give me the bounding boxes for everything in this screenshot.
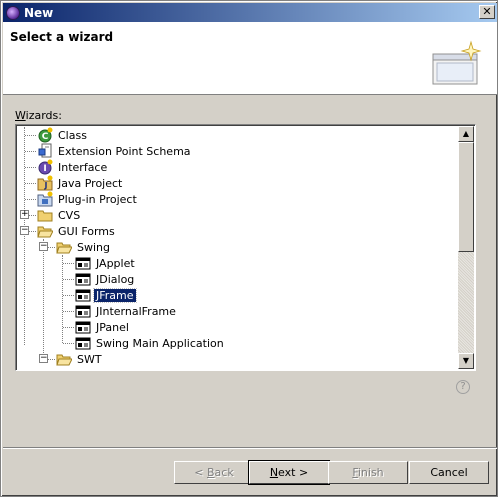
tree-item-label: JApplet — [96, 256, 135, 270]
window-title: New — [24, 5, 54, 20]
tree-item-label: SWT — [77, 352, 102, 366]
tree-item-java-project[interactable]: J Java Project — [37, 175, 124, 191]
plugin-project-icon — [37, 191, 53, 207]
tree-item-label: CVS — [58, 208, 81, 222]
tree-item-cvs[interactable]: CVS — [37, 207, 82, 223]
tree-item-jinternalframe[interactable]: JInternalFrame — [75, 303, 178, 319]
svg-text:J: J — [44, 181, 48, 190]
collapse-icon[interactable]: − — [39, 242, 48, 251]
tree-connector — [25, 151, 36, 152]
tree-item-plug-in-project[interactable]: Plug-in Project — [37, 191, 139, 207]
scroll-thumb[interactable] — [458, 142, 474, 252]
tree-connector — [25, 183, 36, 184]
help-icon[interactable]: ? — [456, 380, 470, 394]
tree-item-label: JDialog — [96, 272, 135, 286]
tree-item-label: JFrame — [93, 287, 137, 303]
tree-connector — [25, 167, 36, 168]
collapse-icon[interactable]: − — [39, 354, 48, 363]
cancel-button[interactable]: Cancel — [409, 461, 489, 484]
new-wizard-dialog: New ✕ Select a wizard Wizards: C Class Ext… — [0, 0, 498, 497]
form-icon — [75, 271, 91, 287]
tree-item-label: Swing — [77, 240, 110, 254]
tree-item-swing[interactable]: Swing — [56, 239, 112, 255]
button-separator — [3, 447, 497, 449]
tree-item-label: Extension Point Schema — [58, 144, 191, 158]
tree-connector — [63, 263, 74, 264]
finish-button[interactable]: Finish — [328, 461, 408, 484]
java-project-icon: J — [37, 175, 53, 191]
tree-item-swing-main-application[interactable]: Swing Main Application — [75, 335, 226, 351]
folder-open-icon — [56, 239, 73, 255]
tree-item-label: Class — [58, 128, 87, 142]
tree-item-label: Plug-in Project — [58, 192, 137, 206]
svg-text:I: I — [43, 164, 46, 174]
tree-item-extension-point-schema[interactable]: Extension Point Schema — [37, 143, 193, 159]
form-icon — [75, 335, 91, 351]
wizard-tree-items: C Class Extension Point Schema I Interface J J… — [18, 127, 458, 370]
wizard-tree[interactable]: C Class Extension Point Schema I Interface J J… — [15, 124, 476, 371]
tree-connector — [63, 343, 74, 344]
svg-text:C: C — [42, 132, 49, 142]
tree-item-label: Interface — [58, 160, 108, 174]
wizards-label: Wizards: — [15, 109, 62, 122]
vertical-scrollbar[interactable]: ▲ ▼ — [458, 126, 474, 369]
eclipse-icon — [6, 5, 20, 20]
scroll-down-button[interactable]: ▼ — [458, 353, 474, 369]
tree-guide-line — [43, 239, 44, 361]
tree-item-interface[interactable]: I Interface — [37, 159, 109, 175]
tree-item-jpanel[interactable]: JPanel — [75, 319, 131, 335]
tree-item-label: Swing Main Application — [96, 336, 224, 350]
form-icon — [75, 255, 91, 271]
expand-icon[interactable]: + — [20, 210, 29, 219]
tree-connector — [63, 295, 74, 296]
interface-icon: I — [37, 159, 53, 175]
extension-point-schema-icon — [37, 143, 53, 159]
tree-item-jframe[interactable]: JFrame — [75, 287, 137, 303]
tree-item-label: JInternalFrame — [96, 304, 176, 318]
class-icon: C — [37, 127, 53, 143]
tree-item-label: JPanel — [96, 320, 129, 334]
scroll-up-button[interactable]: ▲ — [458, 126, 474, 142]
form-icon — [75, 319, 91, 335]
tree-connector — [63, 327, 74, 328]
tree-item-label: GUI Forms — [58, 224, 115, 238]
tree-connector — [25, 135, 36, 136]
folder-icon — [37, 207, 53, 223]
wizard-header: Select a wizard — [3, 22, 497, 95]
page-title: Select a wizard — [10, 30, 114, 44]
folder-open-icon — [56, 351, 73, 367]
back-button[interactable]: < Back — [174, 461, 254, 484]
tree-guide-line — [62, 255, 63, 343]
tree-connector — [25, 199, 36, 200]
tree-item-gui-forms[interactable]: GUI Forms — [37, 223, 117, 239]
form-icon — [75, 287, 91, 303]
collapse-icon[interactable]: − — [20, 226, 29, 235]
tree-connector — [63, 279, 74, 280]
tree-item-swt[interactable]: SWT — [56, 351, 104, 367]
tree-guide-line — [24, 127, 25, 345]
tree-item-jdialog[interactable]: JDialog — [75, 271, 136, 287]
tree-item-label: Java Project — [58, 176, 123, 190]
next-button[interactable]: Next > — [248, 460, 330, 485]
folder-open-icon — [37, 223, 54, 239]
tree-item-class[interactable]: C Class — [37, 127, 89, 143]
form-icon — [75, 303, 91, 319]
title-bar[interactable]: New ✕ — [3, 3, 497, 22]
tree-connector — [63, 311, 74, 312]
tree-item-japplet[interactable]: JApplet — [75, 255, 137, 271]
new-wizard-banner-icon — [432, 40, 482, 85]
close-button[interactable]: ✕ — [479, 5, 495, 19]
